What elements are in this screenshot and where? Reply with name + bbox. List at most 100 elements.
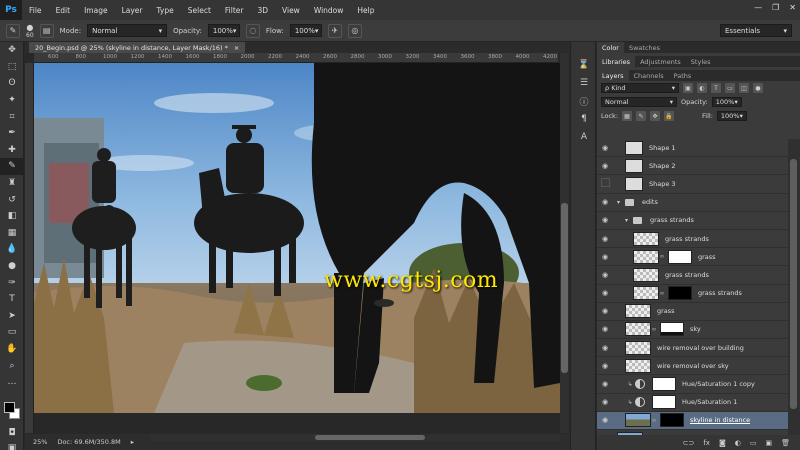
menu-layer[interactable]: Layer bbox=[115, 6, 150, 15]
marquee-tool-icon[interactable]: ⬚ bbox=[0, 59, 24, 76]
move-tool-icon[interactable]: ✥ bbox=[0, 42, 24, 59]
visibility-eye-icon[interactable]: ◉ bbox=[597, 398, 613, 406]
folder-expand-icon[interactable]: ▾ bbox=[625, 217, 633, 224]
visibility-eye-icon[interactable]: ◉ bbox=[597, 307, 613, 315]
layer-row[interactable]: ◉ wire removal over sky bbox=[597, 357, 788, 376]
edit-toolbar-icon[interactable]: … bbox=[0, 374, 24, 391]
blur-tool-icon[interactable]: 💧 bbox=[0, 241, 24, 258]
fill-field[interactable]: 100% ▾ bbox=[716, 111, 747, 121]
tab-layers[interactable]: Layers bbox=[597, 70, 629, 81]
blend-mode-dropdown[interactable]: Normal ▾ bbox=[601, 97, 677, 107]
layer-style-icon[interactable]: fx bbox=[703, 439, 710, 447]
document-canvas[interactable]: www.cgtsj.com bbox=[34, 63, 560, 413]
airbrush-icon[interactable]: ✈ bbox=[327, 23, 342, 38]
minimize-button[interactable]: — bbox=[754, 3, 762, 12]
layer-thumbnail[interactable] bbox=[625, 358, 651, 373]
layer-thumbnail[interactable] bbox=[625, 140, 643, 155]
close-tab-icon[interactable]: × bbox=[234, 44, 239, 52]
layer-row[interactable]: ◉ ∞ grass strands bbox=[597, 284, 788, 303]
screen-mode-icon[interactable]: ▣ bbox=[0, 440, 24, 450]
menu-3d[interactable]: 3D bbox=[250, 6, 275, 15]
eraser-tool-icon[interactable]: ◧ bbox=[0, 208, 24, 225]
visibility-eye-icon[interactable]: ◉ bbox=[597, 162, 613, 170]
history-brush-tool-icon[interactable]: ↺ bbox=[0, 191, 24, 208]
layer-mask-thumbnail[interactable] bbox=[668, 249, 692, 264]
shape-tool-icon[interactable]: ▭ bbox=[0, 324, 24, 341]
character-panel-icon[interactable]: A bbox=[571, 128, 597, 146]
layer-thumbnail[interactable] bbox=[625, 340, 651, 355]
foreground-color-swatch[interactable] bbox=[4, 402, 15, 413]
vertical-scroll-thumb[interactable] bbox=[561, 203, 568, 373]
visibility-eye-icon[interactable]: ◉ bbox=[597, 253, 613, 261]
layer-thumbnail[interactable] bbox=[633, 267, 659, 282]
tab-swatches[interactable]: Swatches bbox=[624, 42, 665, 53]
layer-row[interactable]: ◉ Shape 1 bbox=[597, 139, 788, 158]
shape-filter-icon[interactable]: ▭ bbox=[725, 83, 735, 93]
layer-mask-thumbnail[interactable] bbox=[652, 395, 676, 410]
layer-thumbnail[interactable] bbox=[625, 176, 643, 191]
pressure-size-icon[interactable]: ◎ bbox=[347, 23, 362, 38]
new-layer-icon[interactable]: ▣ bbox=[765, 439, 772, 447]
path-select-tool-icon[interactable]: ➤ bbox=[0, 308, 24, 325]
visibility-eye-icon[interactable]: ◉ bbox=[597, 235, 613, 243]
add-mask-icon[interactable]: ◙ bbox=[719, 439, 726, 447]
layer-row[interactable]: ◉ ↳ Hue/Saturation 1 copy bbox=[597, 375, 788, 394]
menu-file[interactable]: File bbox=[22, 6, 49, 15]
visibility-eye-icon[interactable]: ◉ bbox=[597, 198, 613, 206]
layer-thumbnail[interactable] bbox=[633, 249, 659, 264]
mask-link-icon[interactable]: ∞ bbox=[659, 290, 665, 297]
history-panel-icon[interactable]: ⌛ bbox=[571, 56, 597, 74]
layer-row[interactable]: ◉ ▾ grass strands bbox=[597, 211, 788, 230]
menu-help[interactable]: Help bbox=[350, 6, 381, 15]
menu-view[interactable]: View bbox=[275, 6, 307, 15]
layer-thumbnail[interactable] bbox=[633, 286, 659, 301]
new-group-icon[interactable]: ▭ bbox=[750, 439, 757, 447]
layer-row[interactable]: ◉ ▾ edits bbox=[597, 193, 788, 212]
brush-panel-toggle-icon[interactable]: ▤ bbox=[39, 23, 54, 38]
menu-image[interactable]: Image bbox=[77, 6, 115, 15]
mode-dropdown[interactable]: Normal ▾ bbox=[87, 24, 168, 37]
lock-position-icon[interactable]: ✥ bbox=[650, 111, 661, 121]
tab-channels[interactable]: Channels bbox=[629, 70, 669, 81]
visibility-eye-icon[interactable]: ◉ bbox=[597, 144, 613, 152]
visibility-eye-icon[interactable]: ◉ bbox=[597, 216, 613, 224]
mask-link-icon[interactable]: ∞ bbox=[651, 417, 657, 424]
lock-all-icon[interactable]: 🔒 bbox=[664, 111, 675, 121]
lock-transparent-icon[interactable]: ▦ bbox=[622, 111, 633, 121]
healing-brush-tool-icon[interactable]: ✚ bbox=[0, 142, 24, 159]
menu-filter[interactable]: Filter bbox=[218, 6, 251, 15]
layer-thumbnail[interactable] bbox=[625, 413, 651, 428]
layer-row[interactable]: ◉ ∞ sky bbox=[597, 320, 788, 340]
visibility-eye-icon[interactable] bbox=[597, 178, 613, 189]
status-arrow-icon[interactable]: ▸ bbox=[131, 438, 134, 446]
layers-scroll-thumb[interactable] bbox=[790, 159, 797, 409]
layer-thumbnail[interactable] bbox=[625, 304, 651, 319]
visibility-eye-icon[interactable]: ◉ bbox=[597, 289, 613, 297]
link-layers-icon[interactable]: ⊂⊃ bbox=[683, 439, 695, 447]
pen-tool-icon[interactable]: ✑ bbox=[0, 274, 24, 291]
type-tool-icon[interactable]: T bbox=[0, 291, 24, 308]
restore-button[interactable]: ❐ bbox=[772, 3, 779, 12]
tab-libraries[interactable]: Libraries bbox=[597, 56, 636, 67]
paragraph-panel-icon[interactable]: ¶ bbox=[571, 110, 597, 128]
layer-thumbnail[interactable] bbox=[625, 158, 643, 173]
zoom-level[interactable]: 25% bbox=[33, 438, 47, 446]
visibility-eye-icon[interactable]: ◉ bbox=[597, 344, 613, 352]
new-adjustment-icon[interactable]: ◐ bbox=[735, 439, 741, 447]
zoom-tool-icon[interactable]: ⌕ bbox=[0, 357, 24, 374]
mask-link-icon[interactable]: ∞ bbox=[659, 253, 665, 260]
layer-thumbnail[interactable] bbox=[633, 231, 659, 246]
folder-expand-icon[interactable]: ▾ bbox=[617, 199, 625, 206]
brush-tool-preset-icon[interactable]: ✎ bbox=[6, 23, 20, 38]
workspace-dropdown[interactable]: Essentials ▾ bbox=[720, 24, 792, 37]
gradient-tool-icon[interactable]: ▦ bbox=[0, 225, 24, 242]
hand-tool-icon[interactable]: ✋ bbox=[0, 341, 24, 358]
brush-tool-icon[interactable]: ✎ bbox=[0, 158, 24, 175]
layer-row[interactable]: ◉ ↳ Hue/Saturation 1 bbox=[597, 393, 788, 412]
layer-row[interactable]: ◉ ∞ skyline in distance bbox=[597, 411, 788, 430]
quick-select-tool-icon[interactable]: ✦ bbox=[0, 92, 24, 109]
opacity-field[interactable]: 100% ▾ bbox=[207, 24, 240, 37]
info-panel-icon[interactable]: ⓘ bbox=[571, 92, 597, 110]
menu-type[interactable]: Type bbox=[150, 6, 181, 15]
tab-paths[interactable]: Paths bbox=[669, 70, 697, 81]
